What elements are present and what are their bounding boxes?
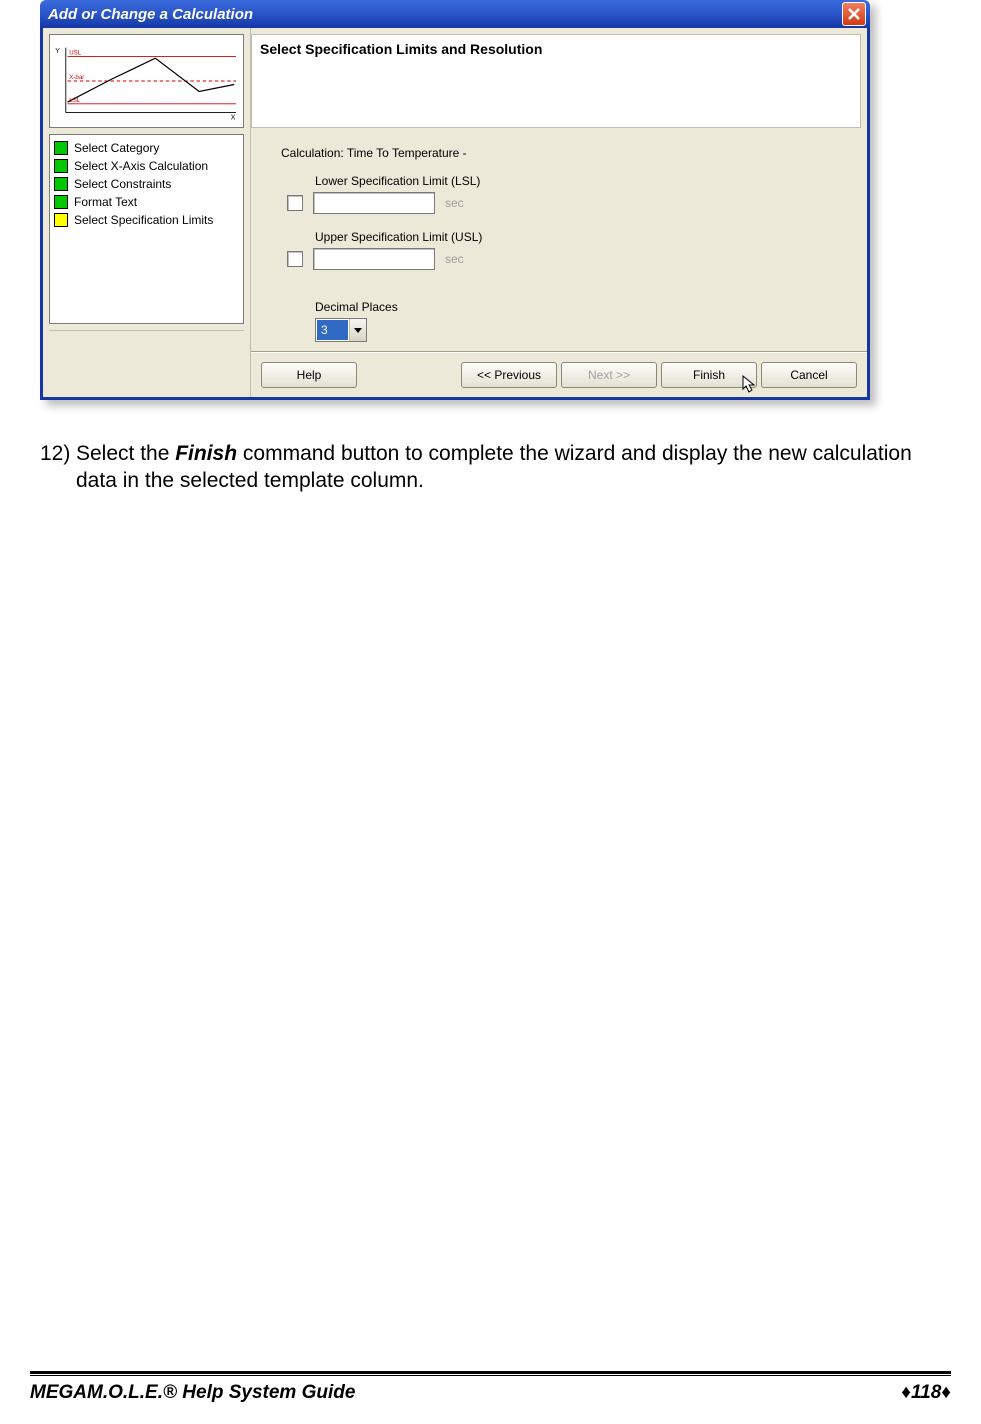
step-heading-text: Select Specification Limits and Resoluti… [260,41,542,57]
step-label: Format Text [74,195,137,209]
step-complete-icon [54,159,68,173]
step-select-xaxis: Select X-Axis Calculation [54,157,239,175]
instruction-text: Select the Finish command button to comp… [76,440,921,495]
finish-button-label: Finish [693,368,725,382]
svg-text:USL: USL [69,50,82,57]
footer-left-bold: MEGA [30,1382,87,1403]
step-heading: Select Specification Limits and Resoluti… [251,34,861,128]
left-pane-spacer [49,330,244,391]
usl-checkbox[interactable] [287,251,303,267]
step-label: Select X-Axis Calculation [74,159,208,173]
usl-unit: sec [445,252,464,266]
footer-left-rest: M.O.L.E.® Help System Guide [87,1382,355,1403]
wizard-right-pane: Select Specification Limits and Resoluti… [251,28,867,397]
lsl-label: Lower Specification Limit (LSL) [315,174,857,188]
step-select-constraints: Select Constraints [54,175,239,193]
previous-button[interactable]: << Previous [461,362,557,388]
decimal-places-select[interactable]: 3 [315,318,367,342]
step-format-text: Format Text [54,193,239,211]
svg-text:X: X [231,115,236,122]
footer-page: ♦118♦ [901,1382,951,1404]
step-complete-icon [54,195,68,209]
wizard-left-pane: Y X USL X-bar LSL [43,28,251,397]
cancel-button[interactable]: Cancel [761,362,857,388]
wizard-steps-list: Select Category Select X-Axis Calculatio… [49,134,244,324]
chevron-down-icon [349,319,366,341]
decimal-places-value: 3 [317,320,348,340]
usl-input[interactable] [313,248,435,270]
close-button[interactable] [842,2,866,26]
next-button: Next >> [561,362,657,388]
calculation-label: Calculation: Time To Temperature - [281,146,857,160]
cursor-icon [742,375,758,393]
instruction-number: 12) [40,440,76,495]
footer-left: MEGAM.O.L.E.® Help System Guide [30,1382,355,1404]
footer-page-number: 118 [911,1382,941,1403]
graph-preview: Y X USL X-bar LSL [49,34,244,128]
instruction-pre: Select the [76,442,175,465]
instruction-bold: Finish [175,442,237,465]
svg-text:Y: Y [55,48,60,55]
step-current-icon [54,213,68,227]
decimal-places-label: Decimal Places [315,300,857,314]
step-complete-icon [54,141,68,155]
lsl-unit: sec [445,196,464,210]
close-icon [848,8,860,20]
usl-label: Upper Specification Limit (USL) [315,230,857,244]
step-label: Select Category [74,141,159,155]
svg-text:X-bar: X-bar [69,74,84,81]
lsl-input[interactable] [313,192,435,214]
step-label: Select Constraints [74,177,171,191]
wizard-button-bar: Help << Previous Next >> Finish Cancel [251,352,867,397]
window-title: Add or Change a Calculation [48,6,253,23]
step-complete-icon [54,177,68,191]
step-label: Select Specification Limits [74,213,213,227]
finish-button[interactable]: Finish [661,362,757,388]
instruction-step-12: 12) Select the Finish command button to … [40,440,921,495]
wizard-dialog: Add or Change a Calculation Y X [40,0,870,400]
lsl-checkbox[interactable] [287,195,303,211]
titlebar: Add or Change a Calculation [40,0,870,28]
step-select-category: Select Category [54,139,239,157]
step-spec-limits: Select Specification Limits [54,211,239,229]
page-footer: MEGAM.O.L.E.® Help System Guide ♦118♦ [30,1371,951,1404]
help-button[interactable]: Help [261,362,357,388]
